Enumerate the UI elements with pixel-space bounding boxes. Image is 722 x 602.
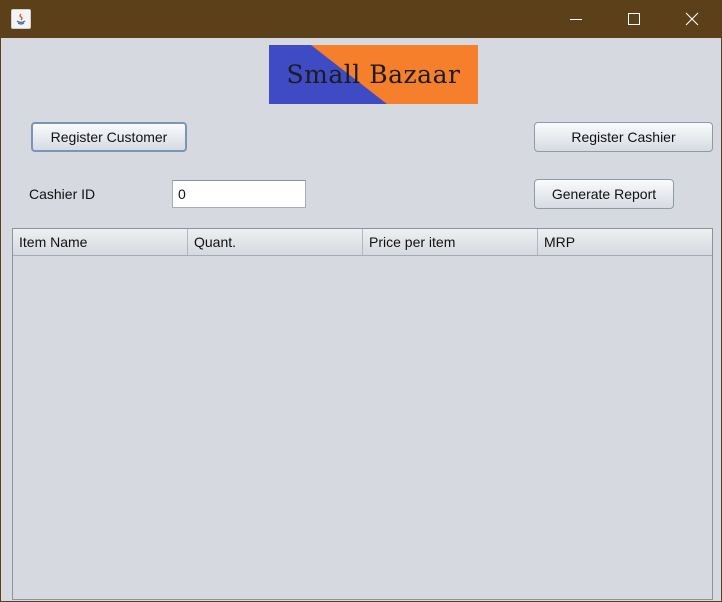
register-customer-button[interactable]: Register Customer	[31, 122, 187, 152]
column-header-quantity[interactable]: Quant.	[188, 229, 363, 255]
cashier-id-input[interactable]	[172, 180, 306, 208]
title-bar	[1, 0, 722, 38]
column-header-mrp[interactable]: MRP	[538, 229, 712, 255]
close-button[interactable]	[663, 0, 721, 38]
close-icon	[685, 12, 699, 26]
small-bazaar-logo: Small Bazaar	[269, 45, 478, 104]
logo-text: Small Bazaar	[286, 60, 461, 89]
items-table[interactable]: Item Name Quant. Price per item MRP	[12, 228, 713, 600]
java-icon[interactable]	[11, 9, 31, 29]
minimize-button[interactable]	[547, 0, 605, 38]
minimize-icon	[570, 19, 582, 20]
column-header-item-name[interactable]: Item Name	[13, 229, 188, 255]
generate-report-button[interactable]: Generate Report	[534, 179, 674, 209]
column-header-price-per-item[interactable]: Price per item	[363, 229, 538, 255]
table-header: Item Name Quant. Price per item MRP	[13, 229, 712, 256]
cashier-id-label: Cashier ID	[29, 186, 96, 202]
app-window: Small Bazaar Register Customer Register …	[0, 0, 722, 602]
maximize-button[interactable]	[605, 0, 663, 38]
register-cashier-button[interactable]: Register Cashier	[534, 122, 713, 152]
maximize-icon	[628, 13, 640, 25]
